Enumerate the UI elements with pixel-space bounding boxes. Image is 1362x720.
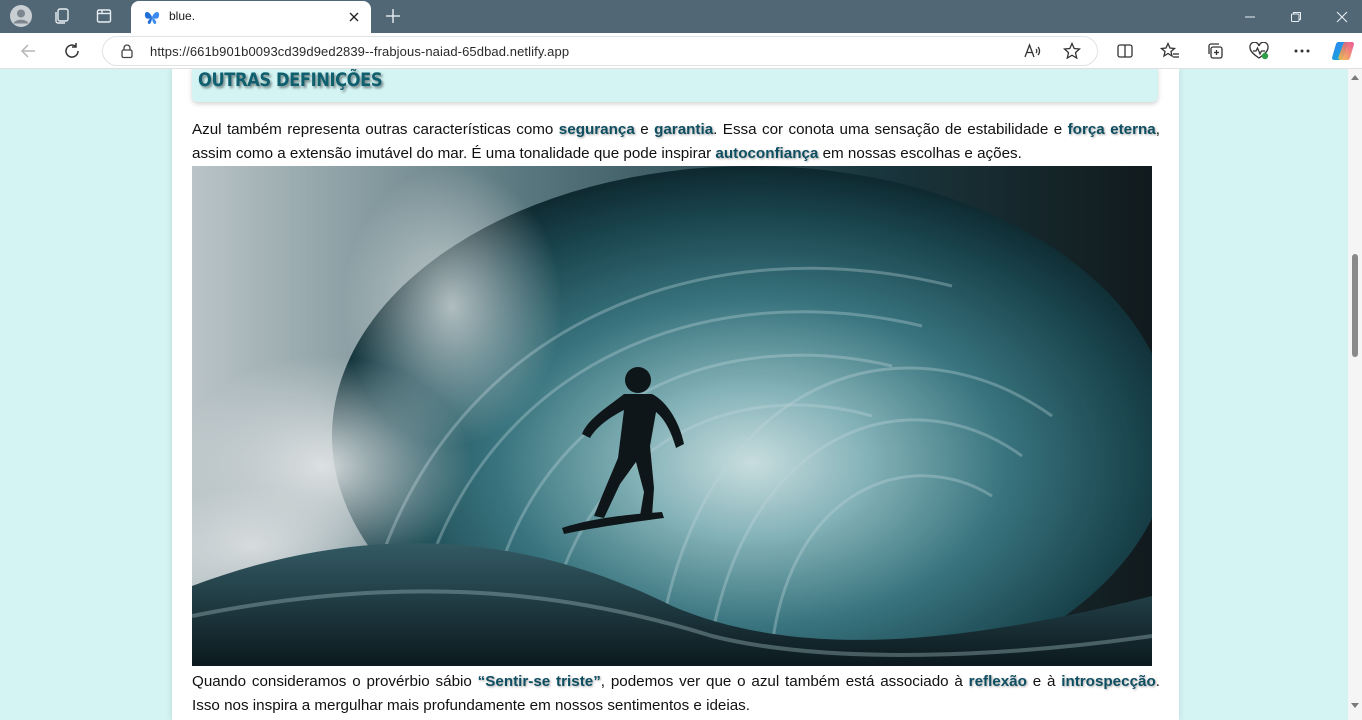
browser-essentials-icon[interactable] bbox=[1246, 38, 1272, 64]
butterfly-icon bbox=[143, 8, 161, 26]
scroll-thumb[interactable] bbox=[1352, 254, 1358, 357]
keyword: força eterna bbox=[1067, 121, 1156, 138]
refresh-icon[interactable] bbox=[59, 38, 85, 64]
paragraph-2: Quando consideramos o provérbio sábio “S… bbox=[192, 673, 1160, 714]
close-window-icon[interactable] bbox=[1319, 0, 1362, 33]
new-tab-icon[interactable] bbox=[382, 5, 404, 27]
url-text: https://661b901b0093cd39d9ed2839--frabjo… bbox=[150, 44, 570, 59]
restore-icon[interactable] bbox=[1273, 0, 1319, 33]
favorites-icon[interactable] bbox=[1157, 38, 1183, 64]
content-column: OUTRAS DEFINIÇÕES Azul também representa… bbox=[172, 69, 1179, 720]
collections-icon[interactable] bbox=[1202, 38, 1228, 64]
active-tab[interactable]: blue. bbox=[131, 1, 371, 33]
paragraph-1: Azul também representa outras caracterís… bbox=[192, 121, 1160, 162]
keyword: introspecção bbox=[1061, 673, 1156, 690]
keyword: “Sentir-se triste” bbox=[477, 673, 601, 690]
favorite-star-icon[interactable] bbox=[1062, 41, 1082, 60]
workspaces-icon[interactable] bbox=[50, 5, 74, 27]
copilot-icon[interactable] bbox=[1330, 38, 1356, 64]
lock-icon[interactable] bbox=[119, 43, 135, 59]
keyword: garantia bbox=[654, 121, 714, 138]
scroll-up-arrow-icon[interactable] bbox=[1351, 75, 1359, 80]
scroll-down-arrow-icon[interactable] bbox=[1351, 703, 1359, 708]
browser-toolbar: https://661b901b0093cd39d9ed2839--frabjo… bbox=[0, 33, 1362, 69]
profile-avatar-icon[interactable] bbox=[9, 5, 33, 27]
tab-actions-icon[interactable] bbox=[92, 5, 116, 27]
section-heading: OUTRAS DEFINIÇÕES bbox=[198, 69, 383, 91]
split-screen-icon[interactable] bbox=[1112, 38, 1138, 64]
minimize-icon[interactable] bbox=[1227, 0, 1273, 33]
section-heading-box: OUTRAS DEFINIÇÕES bbox=[192, 69, 1158, 102]
surfer-wave-image bbox=[192, 166, 1152, 666]
close-tab-icon[interactable] bbox=[345, 8, 363, 26]
vertical-scrollbar[interactable] bbox=[1348, 69, 1362, 720]
page-viewport: OUTRAS DEFINIÇÕES Azul também representa… bbox=[0, 69, 1348, 720]
more-options-icon[interactable] bbox=[1289, 38, 1315, 64]
address-bar[interactable]: https://661b901b0093cd39d9ed2839--frabjo… bbox=[102, 36, 1098, 66]
tab-title: blue. bbox=[169, 9, 196, 23]
keyword: reflexão bbox=[968, 673, 1027, 690]
keyword: segurança bbox=[558, 121, 635, 138]
keyword: autoconfiança bbox=[715, 145, 819, 162]
title-bar: blue. bbox=[0, 0, 1362, 33]
read-aloud-icon[interactable] bbox=[1023, 42, 1043, 60]
back-icon[interactable] bbox=[15, 38, 41, 64]
